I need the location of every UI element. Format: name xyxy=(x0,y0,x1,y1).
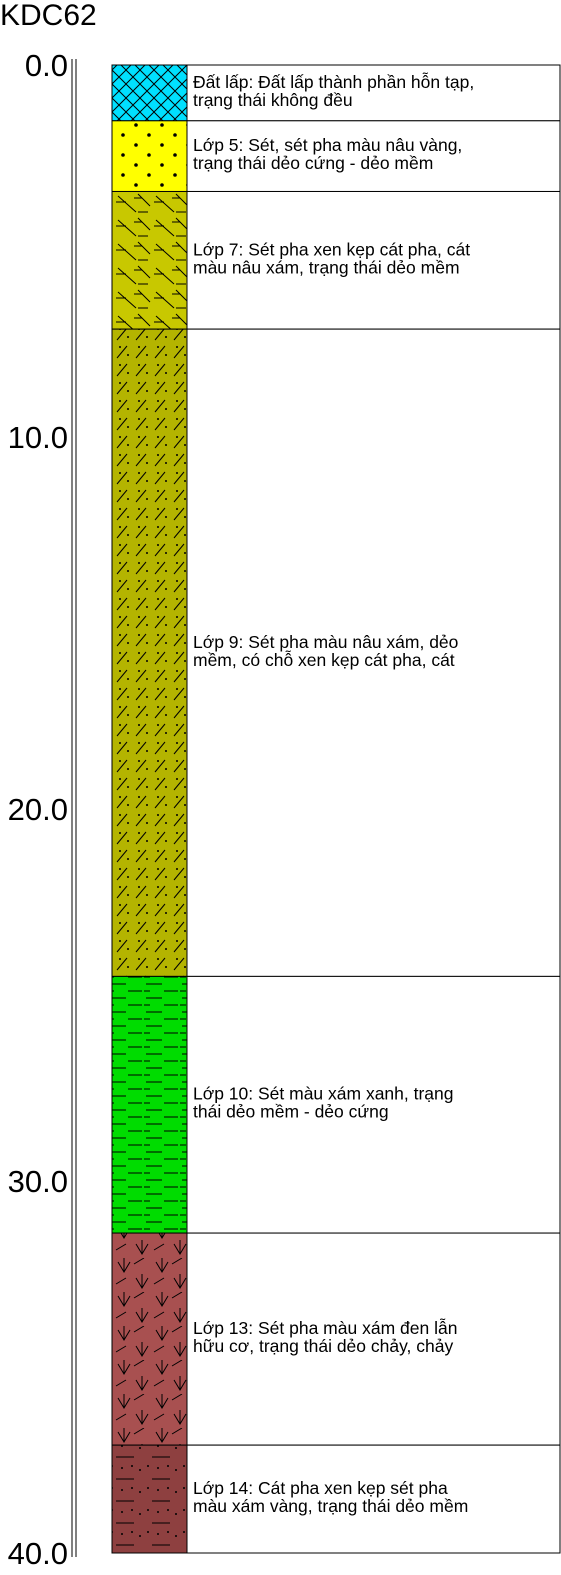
layer-description-line: Lớp 9: Sét pha màu nâu xám, dẻo xyxy=(193,632,458,652)
layer-description-line: hữu cơ, trạng thái dẻo chảy, chảy xyxy=(193,1336,453,1356)
depth-tick-label: 30.0 xyxy=(8,1164,68,1199)
soil-layer-lop-13: Lớp 13: Sét pha màu xám đen lẫnhữu cơ, t… xyxy=(111,1232,561,1446)
layer-description-line: Đất lấp: Đất lấp thành phần hỗn tạp, xyxy=(193,71,474,92)
layer-fill xyxy=(111,1444,188,1554)
layer-description-line: Lớp 5: Sét, sét pha màu nâu vàng, xyxy=(193,135,462,155)
layer-description-line: trạng thái không đều xyxy=(193,90,353,110)
layer-description-line: trạng thái dẻo cứng - dẻo mềm xyxy=(193,153,433,173)
layer-description-line: màu xám vàng, trạng thái dẻo mềm xyxy=(193,1496,468,1516)
depth-tick-label: 40.0 xyxy=(8,1536,68,1571)
layer-description-line: màu nâu xám, trạng thái dẻo mềm xyxy=(193,257,460,277)
soil-layer-lop-5: Lớp 5: Sét, sét pha màu nâu vàng,trạng t… xyxy=(111,120,561,192)
layer-description-line: Lớp 13: Sét pha màu xám đen lẫn xyxy=(193,1317,457,1338)
depth-tick-label: 20.0 xyxy=(8,792,68,827)
layer-description-line: Lớp 14: Cát pha xen kẹp sét pha xyxy=(193,1478,448,1498)
layer-fill xyxy=(111,975,188,1234)
soil-layers: Đất lấp: Đất lấp thành phần hỗn tạp,trạn… xyxy=(111,64,561,1554)
layer-description-line: Lớp 10: Sét màu xám xanh, trạng xyxy=(193,1084,454,1104)
layer-fill xyxy=(111,120,188,192)
soil-layer-lop-14: Lớp 14: Cát pha xen kẹp sét phamàu xám v… xyxy=(111,1444,561,1554)
depth-tick-label: 10.0 xyxy=(8,420,68,455)
soil-layer-lop-10: Lớp 10: Sét màu xám xanh, trạngthái dẻo … xyxy=(111,975,561,1234)
soil-layer-dat-lap: Đất lấp: Đất lấp thành phần hỗn tạp,trạn… xyxy=(111,64,561,122)
borehole-log-diagram: 0.0 10.0 20.0 30.0 40.0 Đất lấp: Đất lấp thà… xyxy=(8,48,561,1571)
layer-description-line: Lớp 7: Sét pha xen kẹp cát pha, cát xyxy=(193,239,470,259)
layer-fill xyxy=(111,1232,188,1446)
soil-layer-lop-9: Lớp 9: Sét pha màu nâu xám, dẻomềm, có c… xyxy=(111,328,561,977)
layer-fill xyxy=(111,328,188,977)
depth-tick-label: 0.0 xyxy=(25,48,68,83)
soil-layer-lop-7: Lớp 7: Sét pha xen kẹp cát pha, cátmàu n… xyxy=(111,190,561,330)
layer-description-line: mềm, có chỗ xen kẹp cát pha, cát xyxy=(193,649,455,670)
depth-axis: 0.0 10.0 20.0 30.0 40.0 xyxy=(8,48,77,1571)
layer-description-line: thái dẻo mềm - dẻo cứng xyxy=(193,1102,389,1122)
layer-fill xyxy=(111,64,188,122)
layer-fill xyxy=(111,190,188,330)
